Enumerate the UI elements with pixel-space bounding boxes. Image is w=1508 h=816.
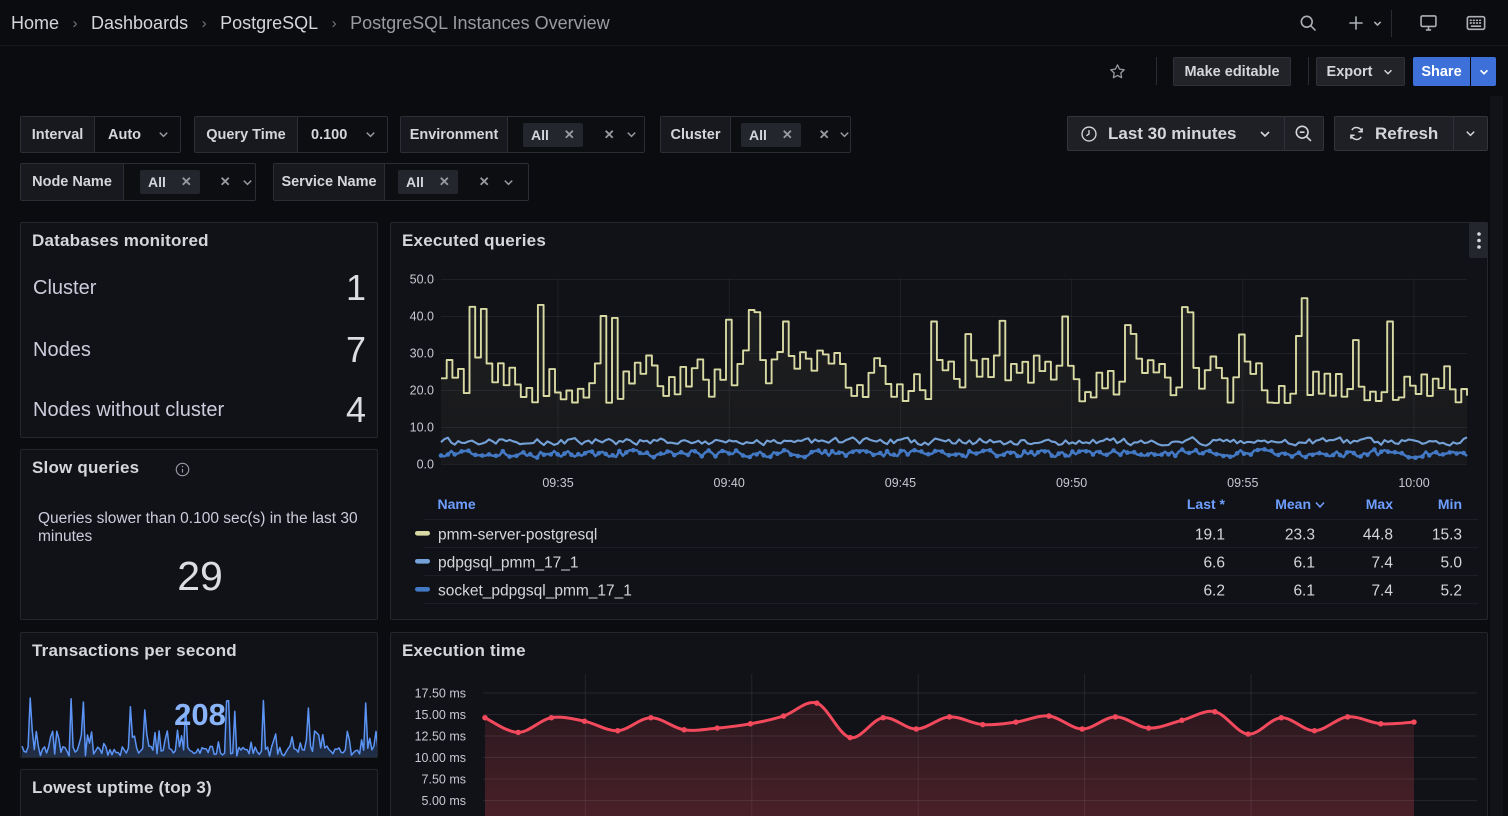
- svg-text:7.4: 7.4: [1371, 555, 1393, 572]
- svg-text:Last *: Last *: [1187, 496, 1226, 512]
- svg-text:6.1: 6.1: [1293, 583, 1315, 600]
- svg-text:10.0: 10.0: [410, 421, 434, 435]
- svg-text:30.0: 30.0: [410, 347, 434, 361]
- svg-text:6.2: 6.2: [1203, 583, 1225, 600]
- svg-text:6.6: 6.6: [1203, 555, 1225, 572]
- svg-text:7.50 ms: 7.50 ms: [422, 773, 466, 787]
- svg-text:Min: Min: [1438, 496, 1462, 512]
- svg-text:5.00 ms: 5.00 ms: [422, 794, 466, 808]
- svg-text:0.0: 0.0: [417, 458, 434, 472]
- svg-text:50.0: 50.0: [410, 273, 434, 287]
- svg-text:19.1: 19.1: [1195, 527, 1225, 544]
- svg-text:7.4: 7.4: [1371, 583, 1393, 600]
- svg-text:10:00: 10:00: [1398, 476, 1429, 490]
- svg-text:5.2: 5.2: [1440, 583, 1462, 600]
- svg-text:6.1: 6.1: [1293, 555, 1315, 572]
- svg-text:23.3: 23.3: [1285, 527, 1315, 544]
- svg-text:44.8: 44.8: [1363, 527, 1393, 544]
- svg-text:pdpgsql_pmm_17_1: pdpgsql_pmm_17_1: [438, 555, 578, 572]
- svg-text:Mean: Mean: [1275, 496, 1311, 512]
- svg-text:20.0: 20.0: [410, 384, 434, 398]
- svg-text:40.0: 40.0: [410, 310, 434, 324]
- svg-text:09:35: 09:35: [542, 476, 573, 490]
- svg-text:09:40: 09:40: [714, 476, 745, 490]
- svg-text:Max: Max: [1366, 496, 1393, 512]
- svg-text:12.50 ms: 12.50 ms: [415, 730, 466, 744]
- svg-text:5.0: 5.0: [1440, 555, 1462, 572]
- svg-text:socket_pdpgsql_pmm_17_1: socket_pdpgsql_pmm_17_1: [438, 583, 632, 600]
- svg-text:17.50 ms: 17.50 ms: [415, 687, 466, 701]
- svg-text:09:50: 09:50: [1056, 476, 1087, 490]
- svg-text:15.3: 15.3: [1432, 527, 1462, 544]
- svg-text:15.00 ms: 15.00 ms: [415, 708, 466, 722]
- svg-text:Name: Name: [438, 496, 476, 512]
- svg-text:09:55: 09:55: [1227, 476, 1258, 490]
- svg-text:09:45: 09:45: [885, 476, 916, 490]
- svg-text:10.00 ms: 10.00 ms: [415, 751, 466, 765]
- svg-text:pmm-server-postgresql: pmm-server-postgresql: [438, 527, 597, 544]
